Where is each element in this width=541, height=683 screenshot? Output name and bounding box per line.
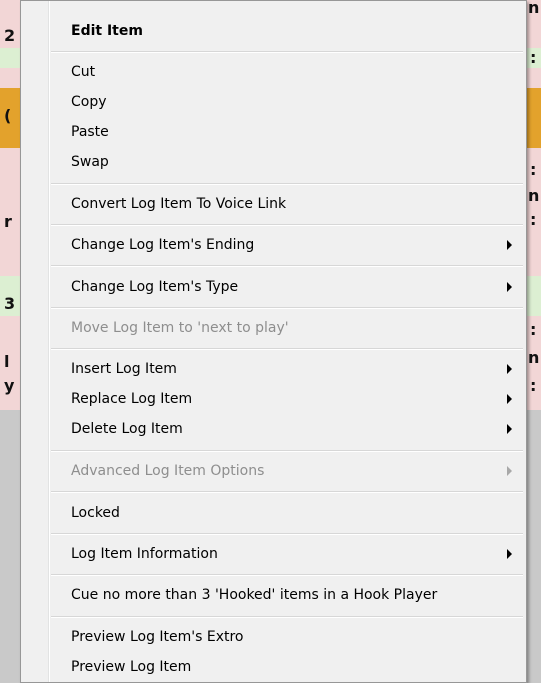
menu-separator [51, 348, 523, 350]
menu-item-change-ending[interactable]: Change Log Item's Ending [23, 231, 524, 259]
background-row-green [0, 48, 20, 68]
submenu-arrow-icon [507, 424, 512, 434]
background-row-green [527, 276, 541, 316]
background-row-orange [527, 88, 541, 148]
background-text: : [530, 48, 537, 67]
submenu-arrow-icon [507, 364, 512, 374]
background-text: ( [4, 106, 12, 125]
menu-item-label: Advanced Log Item Options [71, 463, 265, 479]
menu-item-label: Convert Log Item To Voice Link [71, 196, 287, 212]
menu-separator [51, 265, 523, 267]
submenu-arrow-icon [507, 466, 512, 476]
background-panel-gray [0, 410, 20, 683]
menu-separator [51, 616, 523, 618]
submenu-arrow-icon [507, 394, 512, 404]
menu-item-edit-item[interactable]: Edit Item [23, 17, 524, 45]
background-text: 3 [4, 294, 16, 313]
background-text: 2 [4, 26, 16, 45]
menu-separator [51, 491, 523, 493]
menu-item-label: Log Item Information [71, 546, 218, 562]
menu-separator [51, 51, 523, 53]
menu-item-delete-log-item[interactable]: Delete Log Item [23, 415, 524, 443]
background-text: : [530, 160, 537, 179]
menu-item-label: Cut [71, 64, 96, 80]
menu-item-label: Copy [71, 94, 107, 110]
menu-item-convert-to-voice-link[interactable]: Convert Log Item To Voice Link [23, 190, 524, 218]
background-text: : [530, 320, 537, 339]
menu-separator [51, 533, 523, 535]
menu-item-change-type[interactable]: Change Log Item's Type [23, 273, 524, 301]
menu-item-label: Preview Log Item's Extro [71, 629, 244, 645]
menu-item-log-item-information[interactable]: Log Item Information [23, 540, 524, 568]
menu-item-insert-log-item[interactable]: Insert Log Item [23, 355, 524, 383]
background-text: y [4, 376, 15, 395]
background-text: : [530, 210, 537, 229]
menu-item-move-next-to-play: Move Log Item to 'next to play' [23, 314, 524, 342]
menu-separator [51, 574, 523, 576]
background-text: n [528, 348, 540, 367]
menu-separator [51, 450, 523, 452]
context-menu: Edit Item Cut Copy Paste Swap Convert Lo… [20, 0, 527, 683]
menu-separator [51, 224, 523, 226]
menu-separator [51, 183, 523, 185]
submenu-arrow-icon [507, 282, 512, 292]
menu-item-label: Delete Log Item [71, 421, 183, 437]
menu-item-swap[interactable]: Swap [23, 148, 524, 176]
menu-item-cue-hooked-items[interactable]: Cue no more than 3 'Hooked' items in a H… [23, 581, 524, 609]
menu-item-copy[interactable]: Copy [23, 88, 524, 116]
menu-item-label: Move Log Item to 'next to play' [71, 320, 289, 336]
menu-item-preview-extro[interactable]: Preview Log Item's Extro [23, 623, 524, 651]
background-text: n: [528, 0, 541, 17]
submenu-arrow-icon [507, 240, 512, 250]
menu-item-label: Edit Item [71, 23, 143, 39]
menu-item-label: Replace Log Item [71, 391, 193, 407]
background-panel-gray [527, 410, 541, 683]
menu-item-paste[interactable]: Paste [23, 118, 524, 146]
background-text: l [4, 352, 10, 371]
menu-separator [51, 307, 523, 309]
menu-item-locked[interactable]: Locked [23, 499, 524, 527]
menu-item-label: Swap [71, 154, 109, 170]
menu-item-replace-log-item[interactable]: Replace Log Item [23, 385, 524, 413]
background-text: n [528, 186, 540, 205]
background-text: r [4, 212, 12, 231]
menu-item-label: Paste [71, 124, 109, 140]
menu-item-label: Locked [71, 505, 120, 521]
menu-item-label: Preview Log Item [71, 659, 192, 675]
menu-item-cut[interactable]: Cut [23, 58, 524, 86]
menu-item-label: Change Log Item's Type [71, 279, 239, 295]
menu-item-label: Cue no more than 3 'Hooked' items in a H… [71, 587, 438, 603]
menu-item-advanced-options: Advanced Log Item Options [23, 457, 524, 485]
submenu-arrow-icon [507, 549, 512, 559]
menu-item-label: Change Log Item's Ending [71, 237, 255, 253]
menu-item-label: Insert Log Item [71, 361, 177, 377]
menu-item-preview-log-item[interactable]: Preview Log Item [23, 653, 524, 681]
background-text: : [530, 376, 537, 395]
